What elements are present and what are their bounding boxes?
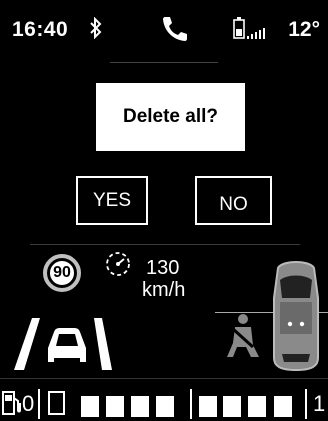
- fuel-segment: [131, 396, 149, 417]
- lane-assist-icon: [14, 318, 112, 370]
- bluetooth-icon: [90, 17, 102, 39]
- outside-temperature: 12°: [288, 18, 320, 41]
- top-divider: [110, 62, 218, 63]
- fuel-scale-tick: [38, 389, 40, 419]
- car-top-view-icon: [273, 261, 319, 372]
- speed-unit: km/h: [142, 279, 186, 301]
- fuel-min-label: 0: [22, 391, 35, 416]
- battery-icon: [233, 17, 245, 39]
- fuel-segment: [223, 396, 241, 417]
- dialog-prompt: Delete all?: [96, 83, 245, 151]
- fuel-max-label: 1: [313, 391, 326, 416]
- fuel-segment: [81, 396, 99, 417]
- fuel-pump-icon: [2, 391, 21, 415]
- fuel-segment: [156, 396, 174, 417]
- fuel-scale-tick: [190, 389, 192, 419]
- fuel-segment: [199, 396, 217, 417]
- fuel-scale-tick: [305, 389, 307, 419]
- cruise-speed-value: 130: [146, 257, 180, 279]
- speed-limit-value: 90: [47, 258, 77, 288]
- middle-divider: [30, 244, 300, 245]
- yes-button[interactable]: YES: [76, 176, 148, 225]
- speed-limit-sign: 90: [43, 254, 81, 292]
- clock-time: 16:40: [12, 18, 69, 41]
- bottom-divider: [0, 378, 328, 379]
- fuel-segment: [274, 396, 292, 417]
- phone-call-icon: [163, 17, 187, 41]
- signal-icon: [247, 28, 265, 39]
- fuel-segment: [106, 396, 124, 417]
- fuel-segment: [48, 391, 65, 415]
- seatbelt-warning-icon: [227, 314, 259, 357]
- fuel-segment: [248, 396, 266, 417]
- speedometer-icon: [106, 252, 130, 276]
- no-button[interactable]: NO: [195, 176, 272, 225]
